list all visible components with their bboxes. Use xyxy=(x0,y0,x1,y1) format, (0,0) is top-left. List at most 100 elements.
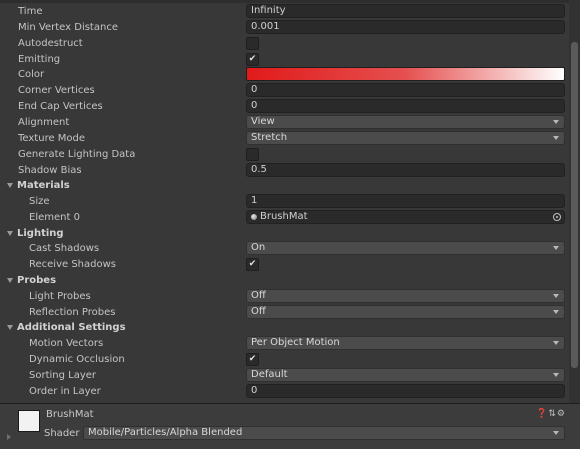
end-cap-vertices-row: End Cap Vertices 0 xyxy=(0,99,569,115)
chevron-down-icon xyxy=(553,294,559,298)
motion-vectors-row: Motion Vectors Per Object Motion xyxy=(0,336,569,352)
materials-title: Materials xyxy=(17,180,70,191)
corner-vertices-row: Corner Vertices 0 xyxy=(0,83,569,99)
sorting-layer-label: Sorting Layer xyxy=(29,370,97,381)
chevron-down-icon xyxy=(553,373,559,377)
chevron-down-icon xyxy=(553,136,559,140)
reflection-probes-value: Off xyxy=(251,306,266,317)
chevron-down-icon xyxy=(553,120,559,124)
dynamic-occlusion-label: Dynamic Occlusion xyxy=(29,354,125,365)
material-foldout-arrow-icon[interactable] xyxy=(7,434,11,440)
emitting-label: Emitting xyxy=(18,54,61,65)
settings-icon[interactable]: ⚙ xyxy=(557,409,566,419)
dynamic-occlusion-checkbox[interactable]: ✔ xyxy=(246,353,259,366)
shader-value: Mobile/Particles/Alpha Blended xyxy=(88,427,243,438)
min-vertex-distance-label: Min Vertex Distance xyxy=(18,22,118,33)
generate-lighting-data-checkbox[interactable] xyxy=(246,148,259,161)
reflection-probes-row: Reflection Probes Off xyxy=(0,305,569,321)
top-strip xyxy=(0,0,569,3)
object-picker-icon[interactable] xyxy=(553,213,561,221)
autodestruct-label: Autodestruct xyxy=(18,38,83,49)
materials-size-row: Size 1 xyxy=(0,194,569,210)
color-gradient-field[interactable] xyxy=(246,67,565,81)
chevron-down-icon xyxy=(553,246,559,250)
light-probes-label: Light Probes xyxy=(29,291,91,302)
light-probes-row: Light Probes Off xyxy=(0,289,569,305)
texture-mode-label: Texture Mode xyxy=(18,133,86,144)
corner-vertices-label: Corner Vertices xyxy=(18,85,95,96)
texture-mode-row: Texture Mode Stretch xyxy=(0,131,569,147)
material-preview-thumbnail xyxy=(18,410,40,432)
alignment-dropdown[interactable]: View xyxy=(246,115,565,129)
texture-mode-value: Stretch xyxy=(251,132,288,143)
cast-shadows-dropdown[interactable]: On xyxy=(246,241,565,255)
foldout-arrow-icon xyxy=(7,183,13,188)
cast-shadows-value: On xyxy=(251,242,266,253)
foldout-arrow-icon xyxy=(7,278,13,283)
motion-vectors-dropdown[interactable]: Per Object Motion xyxy=(246,336,565,350)
reflection-probes-label: Reflection Probes xyxy=(29,307,116,318)
motion-vectors-label: Motion Vectors xyxy=(29,338,104,349)
additional-settings-title: Additional Settings xyxy=(17,322,126,333)
min-vertex-distance-row: Min Vertex Distance 0.001 xyxy=(0,20,569,36)
end-cap-vertices-label: End Cap Vertices xyxy=(18,101,103,112)
autodestruct-row: Autodestruct xyxy=(0,36,569,52)
material-header-icons: ❓⇅⚙ xyxy=(536,409,566,419)
receive-shadows-checkbox[interactable]: ✔ xyxy=(246,258,259,271)
cast-shadows-label: Cast Shadows xyxy=(29,243,100,254)
time-field[interactable]: Infinity xyxy=(246,4,565,18)
reflection-probes-dropdown[interactable]: Off xyxy=(246,305,565,319)
corner-vertices-field[interactable]: 0 xyxy=(246,83,565,97)
shadow-bias-row: Shadow Bias 0.5 xyxy=(0,163,569,179)
materials-foldout[interactable]: Materials xyxy=(0,178,569,194)
sorting-layer-value: Default xyxy=(251,369,288,380)
order-in-layer-label: Order in Layer xyxy=(29,386,101,397)
shader-label: Shader xyxy=(44,428,80,439)
min-vertex-distance-field[interactable]: 0.001 xyxy=(246,20,565,34)
generate-lighting-data-label: Generate Lighting Data xyxy=(18,149,136,160)
cast-shadows-row: Cast Shadows On xyxy=(0,241,569,257)
time-row: Time Infinity xyxy=(0,4,569,20)
order-in-layer-field[interactable]: 0 xyxy=(246,384,565,398)
element-0-object-field[interactable]: BrushMat xyxy=(246,210,565,224)
emitting-row: Emitting ✔ xyxy=(0,52,569,68)
lighting-title: Lighting xyxy=(17,228,64,239)
foldout-arrow-icon xyxy=(7,231,13,236)
probes-foldout[interactable]: Probes xyxy=(0,273,569,289)
checkmark-icon: ✔ xyxy=(248,354,257,364)
shadow-bias-label: Shadow Bias xyxy=(18,165,82,176)
checkmark-icon: ✔ xyxy=(248,54,257,64)
help-icon[interactable]: ❓ xyxy=(536,409,548,419)
order-in-layer-row: Order in Layer 0 xyxy=(0,384,569,400)
alignment-row: Alignment View xyxy=(0,115,569,131)
shader-dropdown[interactable]: Mobile/Particles/Alpha Blended xyxy=(83,426,565,440)
color-row: Color xyxy=(0,67,569,83)
material-sphere-icon xyxy=(251,214,257,220)
chevron-down-icon xyxy=(553,310,559,314)
end-cap-vertices-field[interactable]: 0 xyxy=(246,99,565,113)
inspector-scrollbar[interactable] xyxy=(569,0,580,405)
scrollbar-thumb[interactable] xyxy=(571,42,578,368)
sorting-layer-row: Sorting Layer Default xyxy=(0,368,569,384)
materials-size-field[interactable]: 1 xyxy=(246,194,565,208)
alignment-value: View xyxy=(251,116,275,127)
autodestruct-checkbox[interactable] xyxy=(246,37,259,50)
chevron-down-icon xyxy=(553,341,559,345)
element-0-row: Element 0 BrushMat xyxy=(0,210,569,226)
shadow-bias-field[interactable]: 0.5 xyxy=(246,163,565,177)
foldout-arrow-icon xyxy=(7,325,13,330)
emitting-checkbox[interactable]: ✔ xyxy=(246,53,259,66)
alignment-label: Alignment xyxy=(18,117,70,128)
texture-mode-dropdown[interactable]: Stretch xyxy=(246,131,565,145)
receive-shadows-label: Receive Shadows xyxy=(29,259,116,270)
materials-size-label: Size xyxy=(29,196,50,207)
element-0-label: Element 0 xyxy=(29,212,80,223)
light-probes-dropdown[interactable]: Off xyxy=(246,289,565,303)
sorting-layer-dropdown[interactable]: Default xyxy=(246,368,565,382)
lighting-foldout[interactable]: Lighting xyxy=(0,226,569,242)
checkmark-icon: ✔ xyxy=(248,259,257,269)
dynamic-occlusion-row: Dynamic Occlusion ✔ xyxy=(0,352,569,368)
additional-settings-foldout[interactable]: Additional Settings xyxy=(0,320,569,336)
element-0-value: BrushMat xyxy=(260,211,308,222)
preset-icon[interactable]: ⇅ xyxy=(548,409,557,419)
